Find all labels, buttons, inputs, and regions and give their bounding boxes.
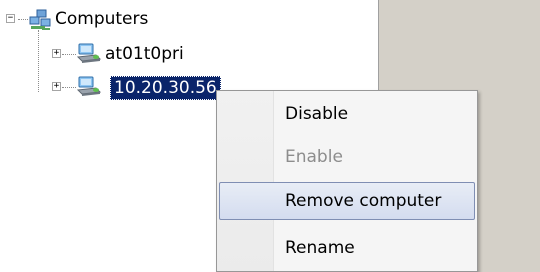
collapse-icon[interactable]: − xyxy=(6,14,15,23)
menu-item-label: Disable xyxy=(285,104,349,124)
context-menu: Disable Enable Remove computer Rename xyxy=(216,90,478,272)
expand-icon[interactable]: + xyxy=(52,82,61,91)
tree-node-at01t0pri[interactable]: at01t0pri xyxy=(102,43,187,65)
tree-node-10-20-30-56[interactable]: 10.20.30.56 xyxy=(110,76,221,100)
menu-item-label: Remove computer xyxy=(285,191,442,211)
computer-icon xyxy=(76,43,102,69)
tree-line-vertical xyxy=(38,30,39,92)
tree-line-root xyxy=(18,19,28,20)
menu-item-label: Enable xyxy=(285,147,343,167)
network-computers-icon xyxy=(28,9,52,35)
menu-item-label: Rename xyxy=(285,238,355,258)
tree-node-computers[interactable]: Computers xyxy=(52,8,151,30)
menu-item-enable: Enable xyxy=(219,138,475,176)
menu-item-remove-computer[interactable]: Remove computer xyxy=(219,182,475,220)
expand-icon[interactable]: + xyxy=(52,49,61,58)
tree-line-child-1 xyxy=(62,54,76,55)
menu-item-disable[interactable]: Disable xyxy=(219,95,475,133)
menu-item-rename[interactable]: Rename xyxy=(219,229,475,267)
tree-line-child-2 xyxy=(62,87,76,88)
computer-icon xyxy=(76,76,102,102)
